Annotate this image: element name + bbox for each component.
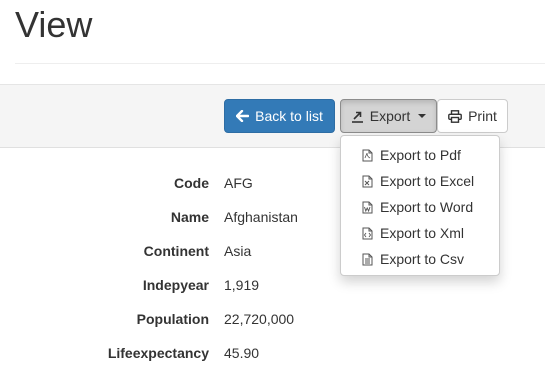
field-label: Code	[174, 175, 209, 191]
field-code: Code AFG	[0, 173, 340, 193]
export-dropdown-menu: Export to Pdf Export to Excel Export to …	[340, 135, 500, 276]
field-label: Name	[170, 209, 209, 225]
page-title: View	[15, 4, 93, 45]
caret-down-icon	[418, 114, 427, 118]
export-excel-label: Export to Excel	[380, 173, 475, 189]
file-csv-icon	[362, 253, 373, 265]
export-dropdown-button[interactable]: Export	[340, 99, 437, 133]
print-label: Print	[468, 108, 497, 124]
back-to-list-label: Back to list	[255, 108, 323, 124]
field-value: Asia	[224, 243, 252, 259]
field-value: 1,919	[224, 277, 260, 293]
export-word-label: Export to Word	[380, 199, 474, 215]
export-csv-label: Export to Csv	[380, 251, 465, 267]
export-xml-item[interactable]: Export to Xml	[341, 220, 499, 246]
field-label: Indepyear	[142, 277, 209, 293]
field-indepyear: Indepyear 1,919	[0, 275, 340, 295]
field-label: Continent	[143, 243, 209, 259]
export-excel-item[interactable]: Export to Excel	[341, 168, 499, 194]
arrow-left-icon	[236, 110, 250, 122]
field-population: Population 22,720,000	[0, 309, 340, 329]
field-label: Lifeexpectancy	[107, 345, 209, 361]
print-button[interactable]: Print	[437, 99, 508, 133]
file-word-icon	[362, 201, 373, 213]
field-value: 45.90	[224, 345, 260, 361]
export-xml-label: Export to Xml	[380, 225, 465, 241]
field-value: Afghanistan	[224, 209, 298, 225]
title-divider	[15, 63, 545, 64]
field-continent: Continent Asia	[0, 241, 340, 261]
export-csv-item[interactable]: Export to Csv	[341, 246, 499, 272]
back-to-list-button[interactable]: Back to list	[224, 99, 335, 133]
field-value: AFG	[224, 175, 253, 191]
export-label: Export	[369, 108, 411, 124]
file-xml-icon	[362, 227, 373, 239]
export-icon	[351, 111, 363, 123]
file-excel-icon	[362, 175, 373, 187]
file-pdf-icon	[362, 149, 373, 161]
field-lifeexpectancy: Lifeexpectancy 45.90	[0, 343, 340, 363]
field-label: Population	[136, 311, 209, 327]
export-word-item[interactable]: Export to Word	[341, 194, 499, 220]
export-pdf-label: Export to Pdf	[380, 147, 461, 163]
field-value: 22,720,000	[224, 311, 295, 327]
field-name: Name Afghanistan	[0, 207, 340, 227]
export-pdf-item[interactable]: Export to Pdf	[341, 142, 499, 168]
printer-icon	[448, 109, 462, 123]
